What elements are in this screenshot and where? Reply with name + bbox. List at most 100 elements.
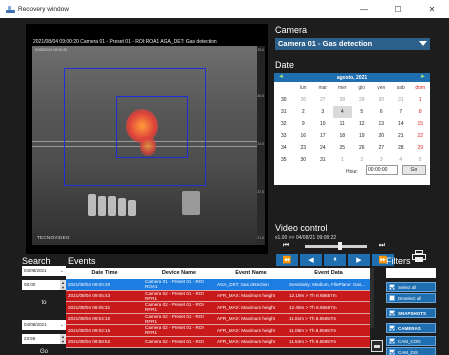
calendar-day[interactable]: 27	[372, 142, 392, 154]
calendar-day[interactable]: 18	[333, 130, 353, 142]
calendar-day[interactable]: 21	[391, 130, 411, 142]
calendar-day[interactable]: 25	[333, 142, 353, 154]
maximize-button[interactable]: ☐	[381, 0, 415, 18]
calendar-day[interactable]: 12	[352, 118, 372, 130]
search-go-button[interactable]: Go	[22, 349, 66, 355]
calendar-day[interactable]: 22	[411, 130, 431, 142]
checkbox[interactable]	[389, 310, 395, 316]
calendar-day[interactable]: 20	[372, 130, 392, 142]
minimize-button[interactable]: —	[347, 0, 381, 18]
calendar-day[interactable]: 26	[352, 142, 372, 154]
calendar-day[interactable]: 6	[372, 106, 392, 118]
prev-month-icon[interactable]: ◄	[278, 74, 284, 80]
calendar-day[interactable]: 13	[372, 118, 392, 130]
filter-search-input[interactable]	[386, 268, 436, 278]
calendar-weekday: mer	[337, 85, 347, 91]
table-cell: 2021/08/04 09:05:43	[68, 293, 111, 299]
date-to-input[interactable]: 04/08/2021 ⌄	[22, 320, 66, 330]
table-cell: Sensitivity: Medium, FilePlane: Gas...	[289, 281, 366, 287]
table-row[interactable]: 2021/08/04 08:58:52 Camera 02 - Preset 01…	[66, 337, 370, 348]
chevron-down-icon: ⌄	[59, 322, 64, 328]
table-cell: 11.08m > Th 8.65657m	[289, 327, 337, 333]
calendar-day[interactable]: 11	[333, 118, 353, 130]
export-icon[interactable]	[371, 340, 383, 352]
column-header[interactable]: Event Data	[287, 268, 370, 279]
calendar-day[interactable]: 29	[411, 142, 431, 154]
calendar-day[interactable]: 17	[313, 130, 333, 142]
rewind-button[interactable]: ⏪	[276, 254, 298, 266]
filter-snapshots[interactable]: SNAPSHOTS	[386, 308, 436, 318]
seek-bar[interactable]	[305, 245, 367, 248]
brand-watermark: TECNOVIDEO	[37, 235, 70, 240]
calendar-day[interactable]: 16	[294, 130, 314, 142]
step-back-button[interactable]: ◀	[300, 254, 322, 266]
calendar-day[interactable]: 23	[294, 142, 314, 154]
calendar-day[interactable]: 29	[352, 94, 372, 106]
calendar-day[interactable]: 28	[333, 94, 353, 106]
checkbox[interactable]	[389, 349, 395, 355]
table-row[interactable]: 2021/08/04 09:05:31 Camera 02 - Preset 01…	[66, 302, 370, 314]
calendar-day[interactable]: 4	[332, 106, 352, 118]
time-to-input[interactable]: 23:59 ▲ ▼	[22, 334, 66, 344]
calendar-day[interactable]: 28	[391, 142, 411, 154]
table-cell: 12.19m > Th 8.65657m	[289, 293, 337, 299]
calendar-week-number: 31	[280, 109, 287, 115]
select-all-button[interactable]: Select all	[386, 282, 436, 292]
calendar-day[interactable]: 2	[294, 106, 314, 118]
checkbox[interactable]	[389, 325, 395, 331]
table-cell: Camera 02 - Preset 01 - ROI RFR1	[145, 313, 204, 324]
play-button[interactable]: ▶	[348, 254, 370, 266]
calendar-day[interactable]: 8	[411, 106, 431, 118]
calendar-day[interactable]: 27	[313, 94, 333, 106]
filter-cam-dis[interactable]: CAM_DIS	[386, 347, 436, 355]
checkbox[interactable]	[389, 338, 395, 344]
calendar-day[interactable]: 30	[372, 94, 392, 106]
scale-label: 22.5	[257, 190, 264, 194]
calendar-day[interactable]: 31	[391, 94, 411, 106]
column-header[interactable]: Event Name	[215, 268, 287, 279]
table-cell: AFR_MAX: Maximum height	[217, 327, 275, 333]
calendar-day[interactable]: 24	[313, 142, 333, 154]
to-label: to	[41, 300, 47, 306]
print-icon[interactable]	[412, 250, 426, 262]
table-row[interactable]: 2021/08/04 09:02:15 Camera 02 - Preset 01…	[66, 325, 370, 337]
column-header[interactable]: Device Name	[143, 268, 215, 279]
table-cell: Camera 02 - Preset 01 - ROI RFR1	[145, 302, 204, 313]
filter-cameras[interactable]: CAMERAS	[386, 323, 436, 333]
calendar-day[interactable]: 10	[313, 118, 333, 130]
date-section-title: Date	[275, 60, 295, 70]
events-body: 2021/08/04 09:00:20 Camera 01 - Preset 01…	[66, 279, 370, 348]
table-row[interactable]: 2021/08/04 09:05:43 Camera 02 - Preset 01…	[66, 291, 370, 302]
date-go-button[interactable]: Go	[402, 165, 426, 175]
table-cell: 2021/08/04 09:02:15	[68, 327, 111, 333]
calendar-day[interactable]: 5	[352, 106, 372, 118]
calendar-day[interactable]: 9	[294, 118, 314, 130]
hour-input[interactable]: 00:00:00	[366, 165, 398, 175]
calendar-day[interactable]: 15	[411, 118, 431, 130]
skip-end-button[interactable]: ⏭	[372, 241, 392, 251]
table-row[interactable]: 2021/08/04 09:00:20 Camera 01 - Preset 01…	[66, 279, 370, 291]
camera-selected-value: Camera 01 - Gas detection	[278, 39, 373, 48]
calendar-day[interactable]: 19	[352, 130, 372, 142]
next-month-icon[interactable]: ►	[420, 74, 426, 80]
pause-button[interactable]: ⏸	[324, 254, 346, 266]
calendar-time-row: Hour: 00:00:00 Go	[274, 163, 430, 177]
table-row[interactable]: 2021/08/04 09:04:10 Camera 02 - Preset 01…	[66, 313, 370, 325]
date-from-input[interactable]: 04/08/2021 ⌄	[22, 266, 66, 276]
video-frame[interactable]: 04/08/2021 09:00:20 28.5 26.5 24.5 22.5 …	[32, 46, 265, 245]
column-header[interactable]: Date Time	[66, 268, 143, 279]
seek-handle[interactable]	[338, 242, 343, 250]
calendar-day[interactable]: 14	[391, 118, 411, 130]
calendar-day[interactable]: 3	[313, 106, 333, 118]
close-button[interactable]: ✕	[415, 0, 449, 18]
calendar-day[interactable]: 7	[391, 106, 411, 118]
calendar-day[interactable]: 26	[294, 94, 314, 106]
events-scrollbar[interactable]	[370, 268, 374, 328]
calendar-day[interactable]: 1	[411, 94, 431, 106]
skip-begin-button[interactable]: ⏮	[276, 241, 296, 251]
filter-cam-con[interactable]: CAM_CON	[386, 336, 436, 346]
app-body: 2021/08/04 09:00:20 Camera 01 - Preset 0…	[0, 18, 449, 355]
time-from-input[interactable]: 08:00 ▲ ▼	[22, 280, 66, 290]
camera-select[interactable]: Camera 01 - Gas detection	[275, 38, 430, 50]
deselect-all-button[interactable]: Deselect all	[386, 293, 436, 303]
